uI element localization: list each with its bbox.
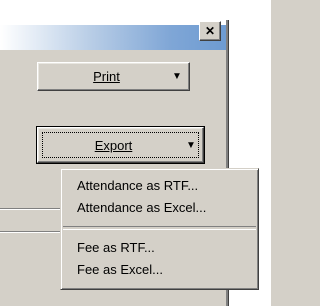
close-button[interactable]: ✕ [199,21,221,41]
menu-item-label: Fee as RTF... [77,240,155,255]
export-menu: Attendance as RTF... Attendance as Excel… [60,168,259,290]
title-bar [0,25,228,50]
chevron-down-icon: ▼ [172,71,182,82]
menu-item-attendance-rtf[interactable]: Attendance as RTF... [64,175,255,196]
menu-separator [63,226,256,230]
menu-item-fee-excel[interactable]: Fee as Excel... [64,259,255,280]
menu-item-label: Attendance as RTF... [77,178,199,193]
export-button-label: Export [94,137,133,153]
menu-item-label: Fee as Excel... [77,262,163,277]
export-button-focus-frame: Export ▼ [36,126,205,164]
chevron-down-icon: ▼ [186,139,196,151]
print-button[interactable]: Print ▼ [37,62,190,91]
menu-item-label: Attendance as Excel... [77,200,207,215]
menu-item-attendance-excel[interactable]: Attendance as Excel... [64,197,255,218]
close-icon: ✕ [204,24,216,38]
menu-item-fee-rtf[interactable]: Fee as RTF... [64,237,255,258]
title-bar-top [0,0,228,25]
print-button-label: Print [93,69,120,84]
export-button[interactable]: Export ▼ [37,127,204,163]
